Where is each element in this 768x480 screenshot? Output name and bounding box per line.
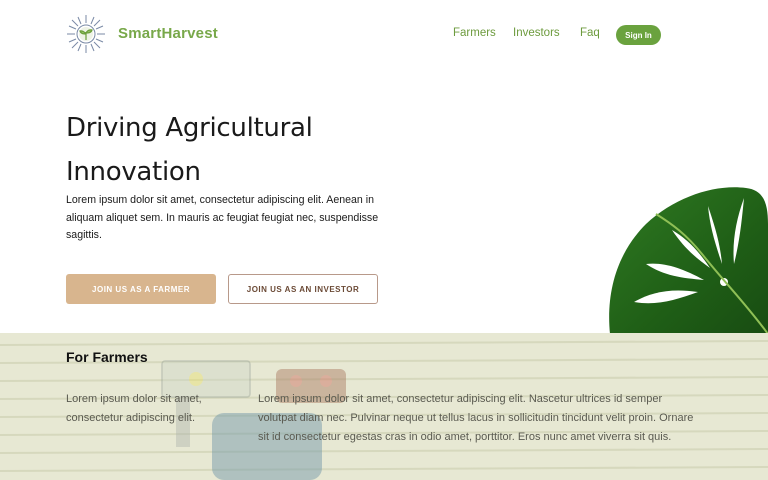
nav-faq-link[interactable]: Faq <box>580 27 600 39</box>
join-as-farmer-button[interactable]: JOIN US AS A FARMER <box>66 274 216 304</box>
sign-in-button[interactable]: Sign In <box>616 25 661 45</box>
sun-sprout-logo-icon[interactable] <box>66 14 106 54</box>
nav-farmers-link[interactable]: Farmers <box>453 27 496 39</box>
site-header: SmartHarvest Farmers Investors Faq Sign … <box>0 0 768 68</box>
join-as-investor-button[interactable]: JOIN US AS AN INVESTOR <box>228 274 378 304</box>
nav-investors-link[interactable]: Investors <box>513 27 560 39</box>
section-title-for-farmers: For Farmers <box>66 349 148 365</box>
hero-description: Lorem ipsum dolor sit amet, consectetur … <box>66 194 379 242</box>
farmers-body-text: Lorem ipsum dolor sit amet, consectetur … <box>258 393 694 443</box>
hero-title: Driving Agricultural Innovation <box>66 113 313 187</box>
farmers-intro-text: Lorem ipsum dolor sit amet, consectetur … <box>66 393 202 424</box>
brand-name[interactable]: SmartHarvest <box>118 25 218 42</box>
monstera-leaf-icon <box>609 187 768 334</box>
